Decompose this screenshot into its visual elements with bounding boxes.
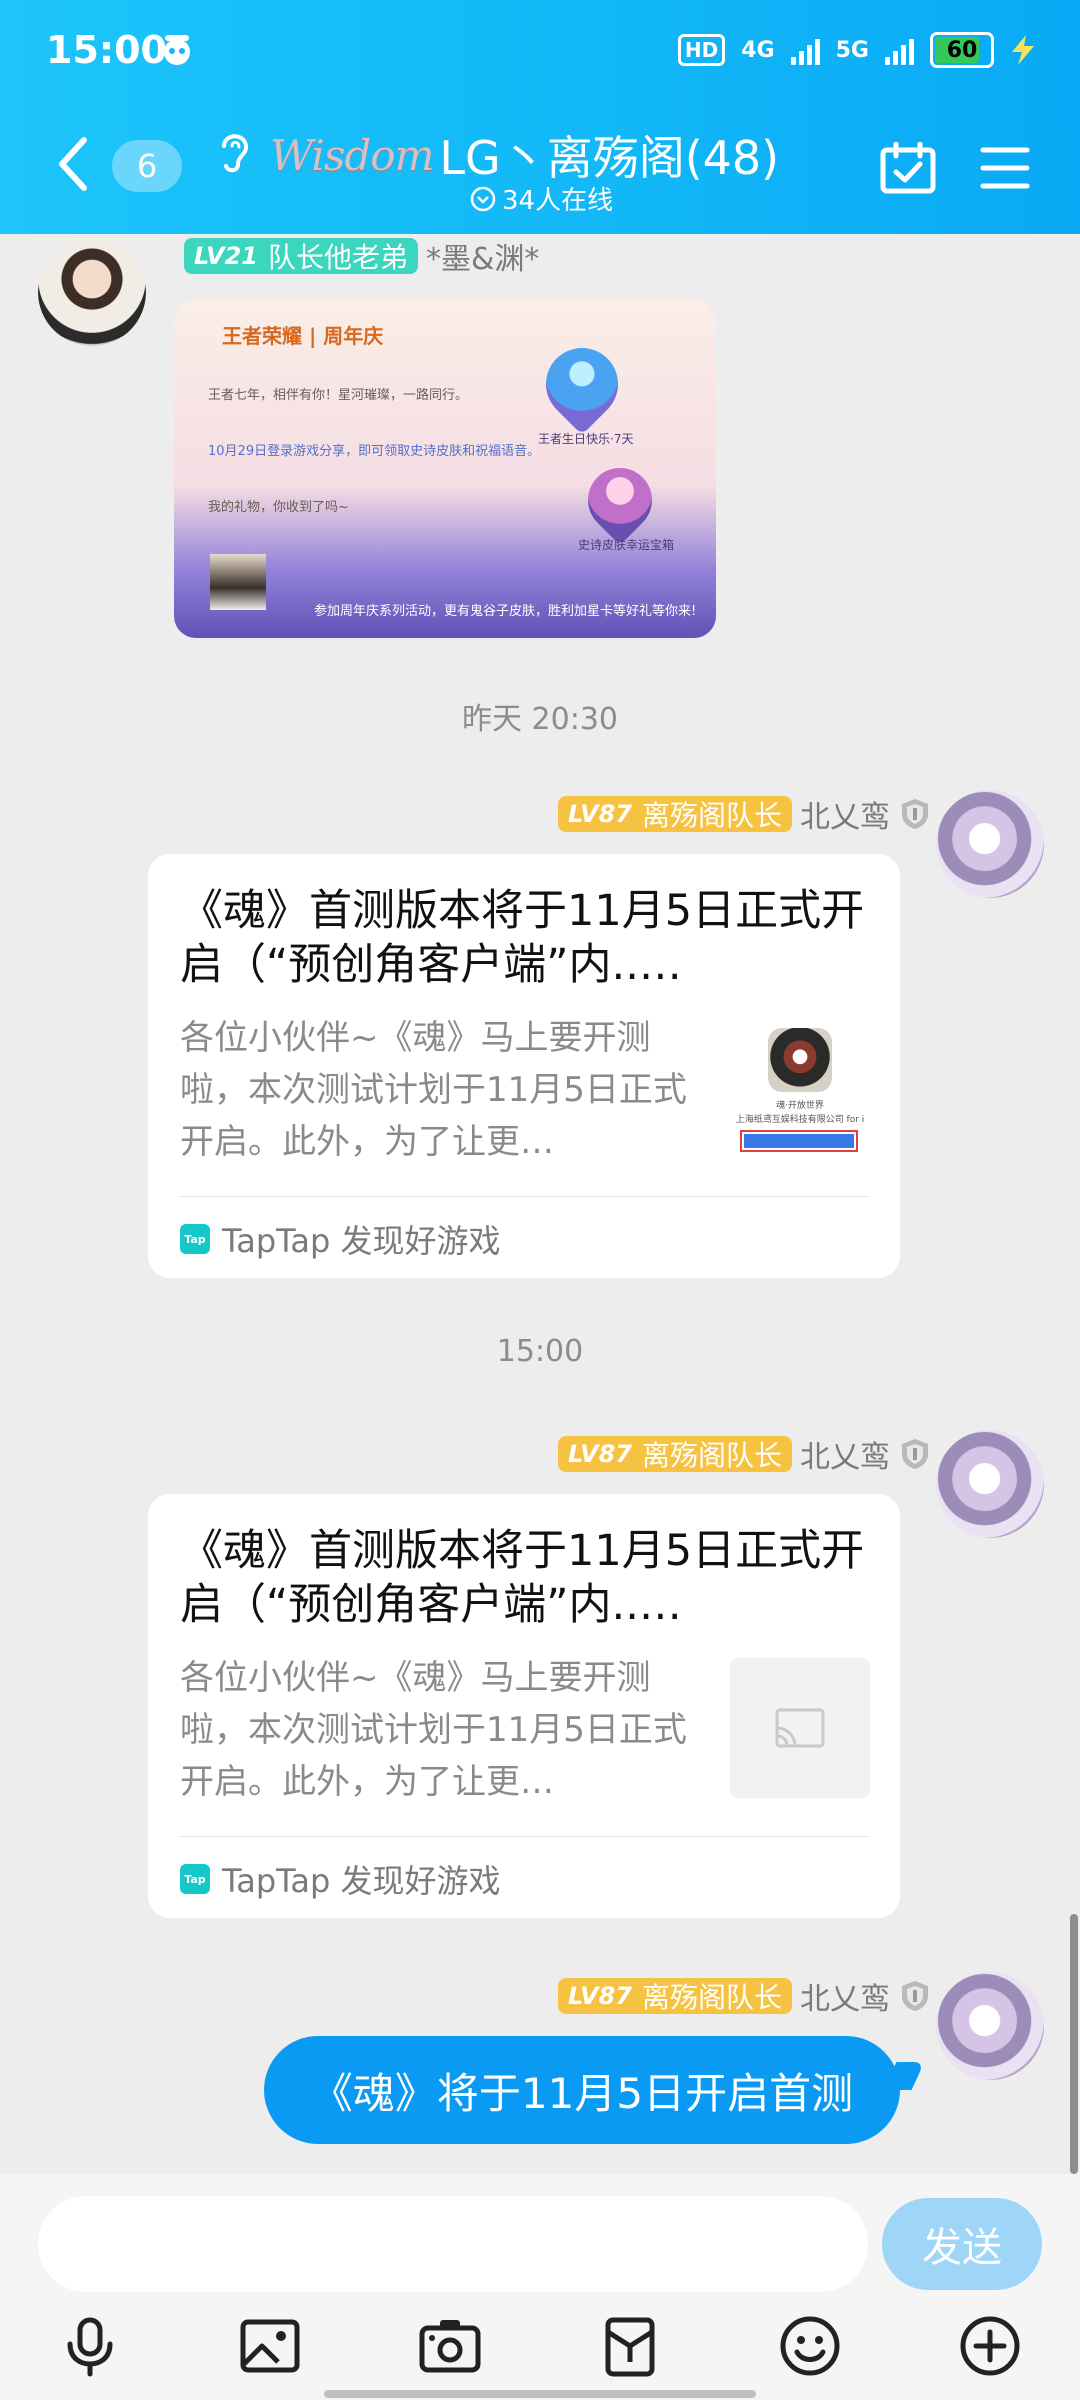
member-badge: LV87 离殇阁队长 — [558, 1436, 792, 1472]
ear-icon[interactable] — [216, 126, 252, 176]
signal-icon — [790, 35, 820, 65]
image-text: 王者七年，相伴有你！星河璀璨，一路同行。 — [208, 388, 469, 403]
level-label: LV21 — [194, 242, 258, 270]
taptap-icon: Tap — [180, 1864, 210, 1894]
message-input[interactable] — [38, 2196, 868, 2292]
link-description: 各位小伙伴~《魂》马上要开测啦，本次测试计划于11月5日正式开启。此外，为了让更… — [180, 1018, 687, 1162]
shield-icon — [902, 1981, 928, 2011]
group-name: LG丶离殇阁(48) — [439, 131, 780, 185]
battery-icon: 60 — [930, 32, 994, 68]
link-description: 各位小伙伴~《魂》马上要开测啦，本次测试计划于11月5日正式开启。此外，为了让更… — [180, 1658, 687, 1802]
signal-icon — [885, 35, 914, 65]
input-toolbar — [0, 2314, 1080, 2386]
link-source: Tap TapTap 发现好游戏 — [180, 1856, 501, 1902]
divider — [180, 1196, 868, 1197]
hd-badge: HD — [677, 34, 726, 66]
thumbnail-text: 上海纸鸢互娱科技有限公司 for i — [735, 1115, 865, 1125]
send-button[interactable]: 发送 — [882, 2198, 1042, 2290]
group-title-prefix: Wisdom — [270, 130, 434, 180]
badge-title: 离殇阁队长 — [641, 1981, 782, 2014]
unread-count-badge[interactable]: 6 — [112, 140, 182, 192]
menu-icon[interactable] — [980, 146, 1030, 190]
image-footer-text: 参加周年庆系列活动，更有鬼谷子皮肤，胜利加星卡等好礼等你来! — [314, 604, 697, 619]
thumbnail-button — [740, 1130, 858, 1152]
link-source: Tap TapTap 发现好游戏 — [180, 1216, 501, 1262]
image-text: 我的礼物，你收到了吗~ — [208, 500, 349, 515]
badge-title: 队长他老弟 — [267, 241, 408, 274]
chat-messages[interactable]: LV21 队长他老弟 *墨&渊* 王者荣耀 | 周年庆 王者七年，相伴有你！星河… — [0, 234, 1080, 2174]
chat-header: 15:00 HD 4G 5G 60 6 Wisdom LG丶离殇阁(48) 34… — [0, 0, 1080, 234]
member-badge: LV87 离殇阁队长 — [558, 796, 792, 832]
level-label: LV87 — [568, 1982, 632, 2010]
skin-box-image — [574, 454, 666, 546]
link-title: 《魂》首测版本将于11月5日正式开启（“预创角客户端”内..… — [180, 886, 865, 990]
link-thumbnail: 魂·开放世界 上海纸鸢互娱科技有限公司 for i — [730, 1018, 870, 1158]
online-count: 34人在线 — [502, 186, 614, 216]
thumbnail-text: 魂·开放世界 — [776, 1101, 824, 1111]
calendar-check-icon[interactable] — [880, 142, 936, 194]
sender-name[interactable]: 北乂鸾 — [800, 1974, 890, 2018]
app-icon — [768, 1028, 832, 1092]
badge-title: 离殇阁队长 — [641, 1439, 782, 1472]
image-text: 10月29日登录游戏分享，即可领取史诗皮肤和祝福语音。 — [208, 444, 541, 459]
sender-name[interactable]: 北乂鸾 — [800, 1432, 890, 1476]
gift-gem-image — [531, 333, 633, 435]
link-title: 《魂》首测版本将于11月5日正式开启（“预创角客户端”内..… — [180, 1526, 865, 1630]
sender-line: LV87 离殇阁队长 北乂鸾 — [558, 1974, 932, 2018]
avatar[interactable] — [936, 1430, 1044, 1538]
taptap-icon: Tap — [180, 1224, 210, 1254]
scrollbar[interactable] — [1070, 1914, 1078, 2174]
member-badge: LV87 离殇阁队长 — [558, 1978, 792, 2014]
shield-icon — [902, 799, 928, 829]
member-badge: LV21 队长他老弟 — [184, 238, 418, 274]
time-divider: 15:00 — [496, 1334, 584, 1369]
link-card[interactable]: 《魂》首测版本将于11月5日正式开启（“预创角客户端”内..… 各位小伙伴~《魂… — [148, 1494, 900, 1918]
network-5g-label: 5G — [835, 37, 869, 63]
time-divider: 昨天 20:30 — [462, 702, 618, 737]
text-message-bubble[interactable]: 《魂》将于11月5日开启首测 — [264, 2036, 900, 2144]
level-label: LV87 — [568, 1440, 632, 1468]
source-name: TapTap 发现好游戏 — [222, 1862, 501, 1900]
sender-line: LV87 离殇阁队长 北乂鸾 — [558, 792, 932, 836]
avatar[interactable] — [936, 1972, 1044, 2080]
home-indicator[interactable] — [324, 2390, 756, 2398]
network-4g-label: 4G — [741, 37, 775, 63]
online-status[interactable]: 34人在线 — [470, 180, 613, 217]
image-logo: 王者荣耀 | 周年庆 — [222, 324, 384, 348]
level-label: LV87 — [568, 800, 632, 828]
sender-line: LV21 队长他老弟 *墨&渊* — [184, 234, 539, 278]
status-time: 15:00 — [46, 28, 167, 72]
avatar[interactable] — [38, 238, 146, 346]
avatar[interactable] — [936, 790, 1044, 898]
link-thumbnail — [730, 1658, 870, 1798]
microphone-icon[interactable] — [58, 2314, 122, 2378]
status-indicators: HD 4G 5G 60 — [677, 32, 1036, 68]
image-label: 王者生日快乐·7天 — [538, 432, 634, 446]
image-label: 史诗皮肤幸运宝箱 — [578, 538, 675, 552]
user-photo — [210, 554, 266, 610]
camera-icon[interactable] — [418, 2314, 482, 2378]
badge-title: 离殇阁队长 — [641, 799, 782, 832]
source-name: TapTap 发现好游戏 — [222, 1222, 501, 1260]
chevron-circle-icon — [470, 186, 496, 211]
divider — [180, 1836, 868, 1837]
emoji-icon[interactable] — [778, 2314, 842, 2378]
robot-notification-icon — [164, 35, 190, 65]
back-button[interactable] — [54, 134, 90, 194]
image-message[interactable]: 王者荣耀 | 周年庆 王者七年，相伴有你！星河璀璨，一路同行。 10月29日登录… — [174, 300, 716, 638]
image-placeholder-icon — [775, 1708, 825, 1748]
sender-line: LV87 离殇阁队长 北乂鸾 — [558, 1432, 932, 1476]
link-card[interactable]: 《魂》首测版本将于11月5日正式开启（“预创角客户端”内..… 各位小伙伴~《魂… — [148, 854, 900, 1278]
plus-icon[interactable] — [958, 2314, 1022, 2378]
charging-icon — [1012, 35, 1034, 65]
shield-icon — [902, 1439, 928, 1469]
image-icon[interactable] — [238, 2314, 302, 2378]
group-title[interactable]: Wisdom LG丶离殇阁(48) — [270, 122, 779, 188]
sender-name[interactable]: 北乂鸾 — [800, 792, 890, 836]
red-packet-icon[interactable] — [598, 2314, 662, 2378]
sender-name[interactable]: *墨&渊* — [426, 234, 539, 278]
battery-level: 60 — [946, 37, 978, 63]
input-area: 发送 — [0, 2174, 1080, 2400]
